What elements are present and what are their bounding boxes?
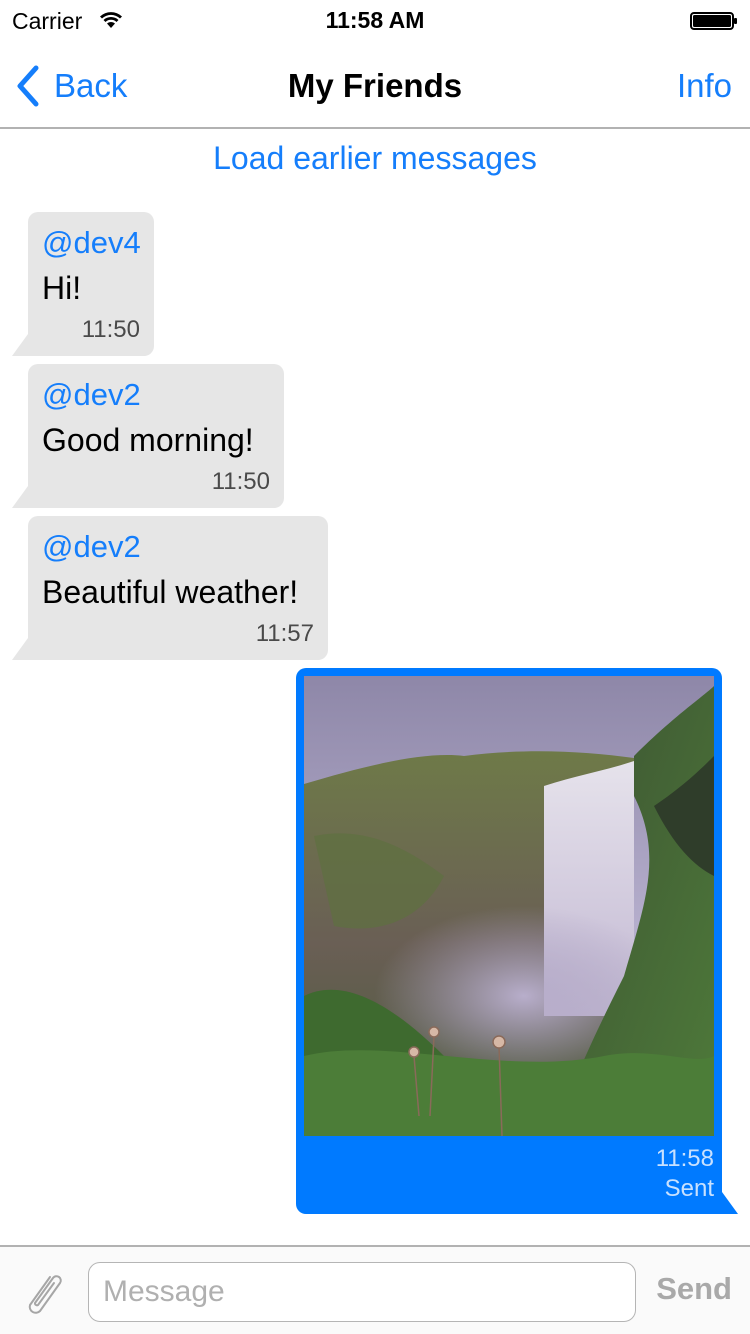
message-input[interactable] (88, 1262, 636, 1322)
waterfall-image (304, 676, 714, 1136)
message-time: 11:57 (255, 620, 314, 647)
navigation-bar: Back My Friends Info (0, 40, 750, 129)
message-bubble-incoming[interactable]: @dev2 Good morning! 11:50 (12, 364, 284, 508)
photo-waterfall[interactable] (304, 676, 714, 1136)
message-text: Beautiful weather! (42, 574, 299, 610)
status-bar: Carrier 11:58 AM (0, 0, 750, 40)
message-time: 11:50 (211, 468, 270, 495)
battery-full-icon (690, 12, 737, 30)
message-input-bar: Send (0, 1245, 750, 1334)
message-text: Good morning! (42, 422, 254, 458)
message-bubble-outgoing[interactable]: 11:58 Sent (296, 668, 738, 1214)
message-time: 11:58 (655, 1145, 714, 1172)
message-time: 11:50 (81, 316, 140, 343)
message-sender: @dev2 (42, 377, 141, 412)
message-bubble-incoming[interactable]: @dev2 Beautiful weather! 11:57 (12, 516, 328, 660)
status-time: 11:58 AM (325, 7, 425, 33)
bubble-tail (12, 334, 42, 356)
message-sender: @dev4 (42, 225, 141, 260)
bubble-tail (12, 486, 42, 508)
message-sender: @dev2 (42, 529, 141, 564)
info-button[interactable]: Info (677, 67, 732, 105)
message-bubble-incoming[interactable]: @dev4 Hi! 11:50 (12, 212, 154, 356)
send-button[interactable]: Send (656, 1271, 732, 1307)
message-text: Hi! (42, 270, 82, 306)
bubble-tail (12, 638, 42, 660)
paperclip-icon[interactable] (20, 1269, 68, 1317)
delivery-status: Sent (664, 1175, 714, 1202)
message-time-status: 11:58 Sent (656, 1144, 714, 1204)
load-earlier-messages-button[interactable]: Load earlier messages (0, 140, 750, 177)
page-title: My Friends (287, 67, 463, 104)
